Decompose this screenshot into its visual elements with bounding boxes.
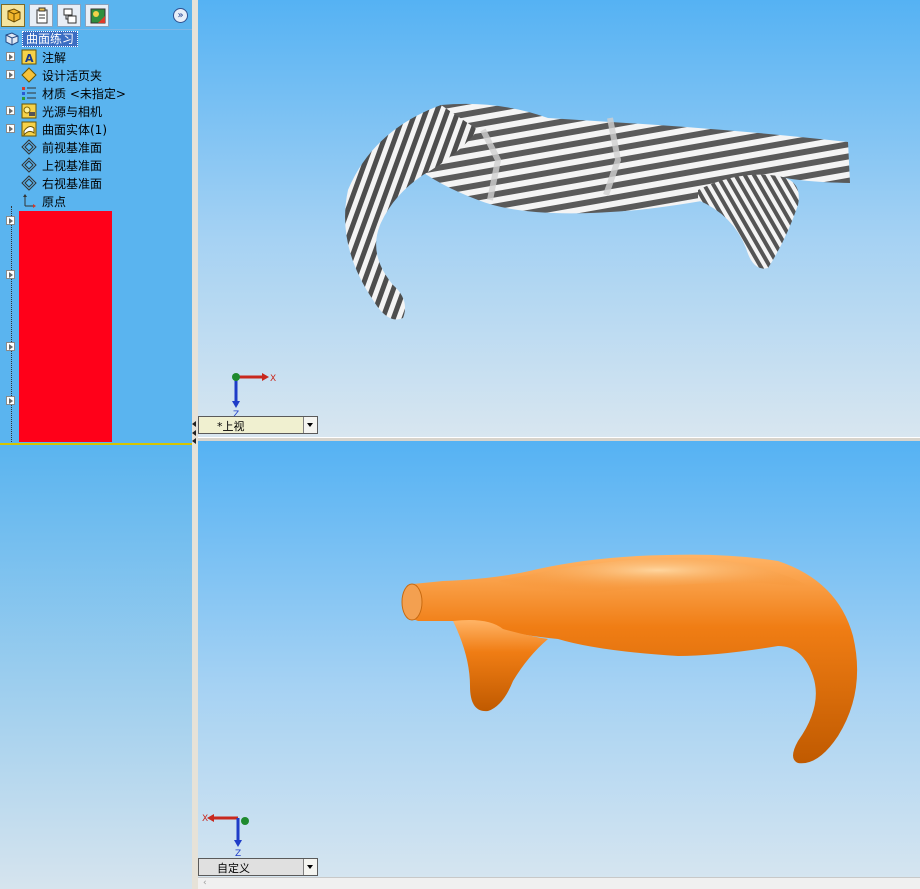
triad-x-label: X <box>202 814 208 824</box>
coordinate-triad: X Z <box>202 814 249 859</box>
surface-bodies-icon <box>21 121 37 137</box>
part-icon <box>5 32 19 46</box>
feature-tree-pane: » 曲面练习 A 注解 设计活页夹 材质 <未指定> 光源与相机 曲面实体(1)… <box>0 0 193 443</box>
tree-item-surface-bodies[interactable]: 曲面实体(1) <box>0 120 192 138</box>
coordinate-triad: X Z <box>232 373 276 420</box>
tree-item-label: 材质 <未指定> <box>42 87 126 101</box>
lights-cameras-icon <box>21 103 37 119</box>
chevron-down-icon[interactable] <box>303 859 317 875</box>
collapse-arrow-icon[interactable] <box>192 421 196 427</box>
surface-body-zebra <box>345 103 850 320</box>
tree-item-origin[interactable]: 原点 <box>0 192 192 210</box>
lower-panel-pane <box>0 445 192 889</box>
tree-item-right-plane[interactable]: 右视基准面 <box>0 174 192 192</box>
view-orientation-dropdown-bottom[interactable]: 自定义 <box>198 858 318 876</box>
display-manager-icon <box>90 8 106 24</box>
expand-toggle[interactable] <box>6 124 15 133</box>
annotations-icon: A <box>21 49 37 65</box>
chevron-down-icon[interactable] <box>303 417 317 433</box>
graphics-viewport-bottom[interactable]: X Z 自定义 <box>198 441 920 889</box>
shaded-model-view: X Z <box>202 554 858 859</box>
tree-item-label: 曲面实体(1) <box>42 123 107 137</box>
zebra-model-view: X Z <box>232 103 850 420</box>
tree-item-label: 前视基准面 <box>42 141 103 155</box>
tree-item-label: 设计活页夹 <box>42 69 103 83</box>
expand-toggle[interactable] <box>6 342 15 351</box>
surface-body-shaded <box>401 554 858 764</box>
configuration-manager-icon <box>63 8 77 24</box>
expand-toggle[interactable] <box>6 70 15 79</box>
origin-icon <box>23 194 36 208</box>
property-manager-tab[interactable] <box>29 4 53 27</box>
scroll-left-icon[interactable]: ‹ <box>203 878 215 889</box>
tree-connector-line <box>11 206 13 442</box>
double-chevron-right-icon: » <box>177 10 184 21</box>
triad-x-label: X <box>270 374 276 384</box>
property-manager-icon <box>36 7 48 24</box>
expand-toggle[interactable] <box>6 270 15 279</box>
panel-toolbar: » <box>0 0 192 30</box>
expand-panel-button[interactable]: » <box>173 8 188 23</box>
feature-manager-icon <box>7 8 21 23</box>
expand-toggle[interactable] <box>6 52 15 61</box>
tree-item-design-binder[interactable]: 设计活页夹 <box>0 66 192 84</box>
view-orientation-dropdown-top[interactable]: *上视 <box>198 416 318 434</box>
tree-item-label: 右视基准面 <box>42 177 103 191</box>
tree-item-top-plane[interactable]: 上视基准面 <box>0 156 192 174</box>
expand-toggle[interactable] <box>6 106 15 115</box>
tree-item-material[interactable]: 材质 <未指定> <box>0 84 192 102</box>
view-orientation-label: *上视 <box>217 420 245 433</box>
view-orientation-label: 自定义 <box>217 862 250 875</box>
plane-icon <box>21 175 37 191</box>
expand-toggle[interactable] <box>6 396 15 405</box>
graphics-viewport-top[interactable]: X Z *上视 <box>198 0 920 437</box>
tree-item-lights-cameras[interactable]: 光源与相机 <box>0 102 192 120</box>
collapse-arrow-icon[interactable] <box>192 430 196 436</box>
expand-toggle[interactable] <box>6 216 15 225</box>
material-icon <box>22 87 36 100</box>
tree-item-label: 上视基准面 <box>42 159 103 173</box>
tree-item-label: 光源与相机 <box>42 105 103 119</box>
tree-item-annotations[interactable]: A 注解 <box>0 48 192 66</box>
tree-root-label: 曲面练习 <box>22 31 79 47</box>
svg-text:A: A <box>25 52 34 65</box>
tree-item-front-plane[interactable]: 前视基准面 <box>0 138 192 156</box>
tree-root[interactable]: 曲面练习 <box>0 30 192 48</box>
horizontal-scrollbar[interactable]: ‹ <box>198 877 920 889</box>
collapse-arrow-icon[interactable] <box>192 438 196 444</box>
plane-icon <box>21 157 37 173</box>
redacted-features-block <box>19 211 112 442</box>
design-binder-icon <box>21 67 37 83</box>
tree-item-label: 注解 <box>42 51 67 65</box>
feature-manager-panel: » 曲面练习 A 注解 设计活页夹 材质 <未指定> 光源与相机 曲面实体(1)… <box>0 0 193 889</box>
configuration-manager-tab[interactable] <box>57 4 81 27</box>
plane-icon <box>21 139 37 155</box>
display-manager-tab[interactable] <box>85 4 109 27</box>
feature-manager-tab[interactable] <box>1 4 25 27</box>
tree-item-label: 原点 <box>42 195 67 209</box>
